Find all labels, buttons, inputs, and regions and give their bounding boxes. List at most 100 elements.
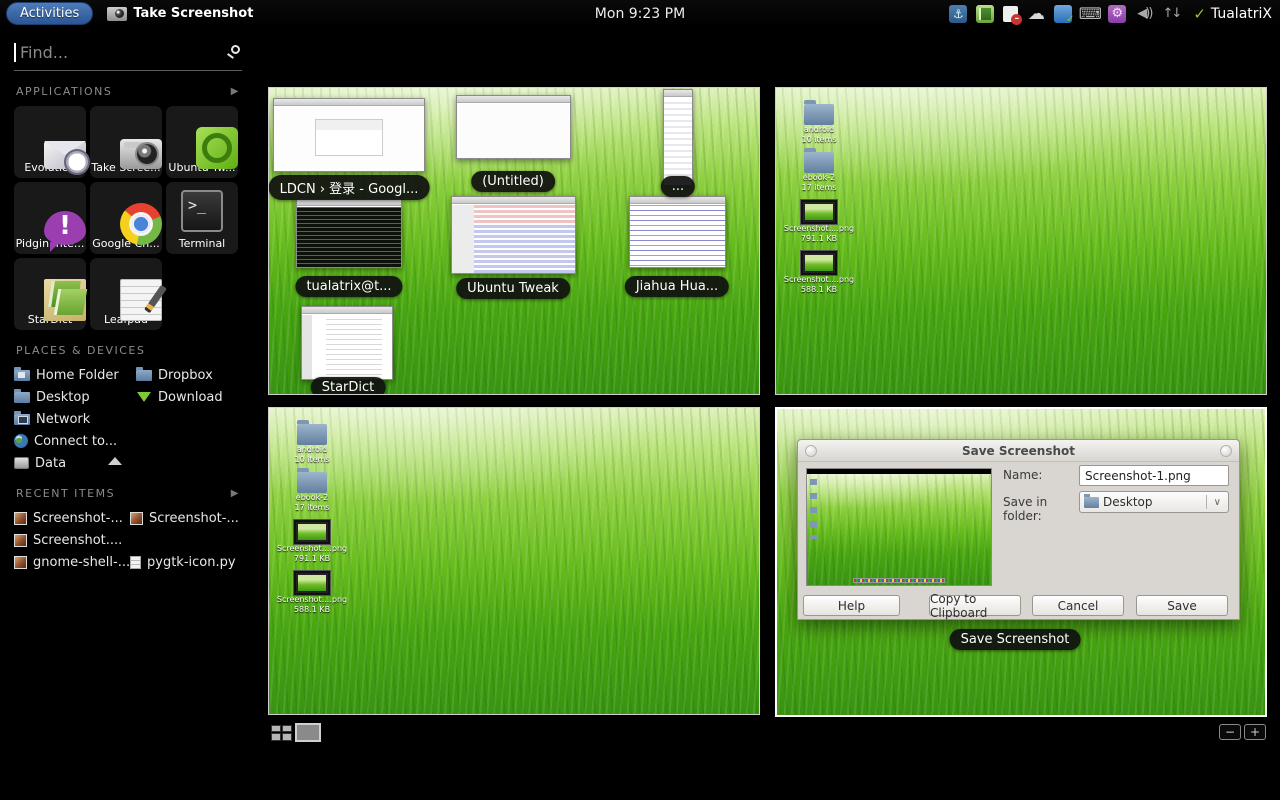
place-label: Connect to... xyxy=(34,434,117,449)
window-titlebar xyxy=(630,197,725,204)
grid-cell xyxy=(271,733,281,741)
window-stardict[interactable] xyxy=(301,306,393,380)
icon-label: android xyxy=(297,445,327,455)
camera-app-icon xyxy=(120,139,162,169)
window-label: tualatrix@t... xyxy=(295,276,402,297)
recent-label: gnome-shell-... xyxy=(33,555,130,570)
copy-to-clipboard-button[interactable]: Copy to Clipboard xyxy=(929,595,1021,616)
recent-item[interactable]: Screenshot.... xyxy=(14,530,130,550)
recent-header[interactable]: RECENT ITEMS ▶ xyxy=(16,487,240,500)
stardict-tray-icon[interactable] xyxy=(976,5,994,23)
place-home[interactable]: Home Folder xyxy=(14,365,136,385)
desktop-icon-folder[interactable]: ebook-2 17 items xyxy=(279,472,345,513)
workspace-3[interactable]: android 10 items ebook-2 17 items Screen… xyxy=(268,407,760,715)
download-arrow-icon xyxy=(137,392,151,402)
volume-icon[interactable]: ◀)) xyxy=(1135,5,1153,23)
app-tile-stardict[interactable]: StarDict xyxy=(14,258,86,330)
window-chat[interactable] xyxy=(629,196,726,268)
place-label: Download xyxy=(158,390,223,405)
folder-dropdown[interactable]: Desktop ∨ xyxy=(1079,491,1229,513)
recent-item[interactable]: Screenshot-... xyxy=(130,508,254,528)
window-buddy-list[interactable] xyxy=(663,89,693,186)
app-tile-terminal[interactable]: >_ Terminal xyxy=(166,182,238,254)
app-tile-pidgin[interactable]: Pidgin Inte... xyxy=(14,182,86,254)
recent-item[interactable]: gnome-shell-... xyxy=(14,552,130,572)
window-terminal[interactable] xyxy=(296,198,402,268)
save-button[interactable]: Save xyxy=(1136,595,1228,616)
remove-workspace-button[interactable]: − xyxy=(1219,724,1241,740)
screenshot-thumb-icon xyxy=(801,251,837,275)
desktop-icon-folder[interactable]: ebook-2 17 items xyxy=(786,152,852,193)
place-desktop[interactable]: Desktop xyxy=(14,387,136,407)
chevron-down-icon: ∨ xyxy=(1211,497,1224,508)
workspace-4-active[interactable]: Save Screenshot Name: Save in folder: De… xyxy=(775,407,1267,717)
user-menu[interactable]: ✓ TualatriX xyxy=(1193,5,1272,23)
cancel-button[interactable]: Cancel xyxy=(1032,595,1124,616)
window-titlebar xyxy=(297,199,401,206)
window-label: Ubuntu Tweak xyxy=(456,278,570,299)
single-view-button[interactable] xyxy=(295,723,321,742)
tweak-gear-tray-icon[interactable]: ⚙ xyxy=(1108,5,1126,23)
eject-icon[interactable] xyxy=(108,457,122,465)
pidgin-icon xyxy=(44,211,86,245)
titlebar-button-right[interactable] xyxy=(1220,445,1232,457)
image-thumb-icon xyxy=(14,534,27,547)
app-label: Terminal xyxy=(179,237,226,250)
recent-item[interactable]: pygtk-icon.py xyxy=(130,552,254,572)
app-tile-leafpad[interactable]: Leafpad xyxy=(90,258,162,330)
applications-header[interactable]: APPLICATIONS ▶ xyxy=(16,85,240,98)
icon-label: ebook-2 xyxy=(296,493,328,503)
app-tile-evolution[interactable]: Evolution xyxy=(14,106,86,178)
add-workspace-button[interactable]: + xyxy=(1244,724,1266,740)
place-download[interactable]: Download xyxy=(136,387,246,407)
cloud-tray-icon[interactable]: ☁ xyxy=(1027,5,1045,23)
window-body xyxy=(457,104,570,158)
dialog-titlebar[interactable]: Save Screenshot xyxy=(798,440,1239,462)
place-dropbox[interactable]: Dropbox xyxy=(136,365,246,385)
place-network[interactable]: Network xyxy=(14,409,136,429)
place-label: Network xyxy=(36,412,90,427)
folder-icon xyxy=(297,472,327,493)
notes-tray-icon[interactable] xyxy=(1003,6,1018,22)
place-connect[interactable]: Connect to... xyxy=(14,431,136,451)
filename-input[interactable] xyxy=(1079,465,1229,486)
icon-label: Screenshot....png xyxy=(784,224,854,234)
desktop-icon-folder[interactable]: android 10 items xyxy=(786,104,852,145)
window-ubuntu-tweak[interactable] xyxy=(451,196,576,274)
app-tile-chrome[interactable]: Google Ch... xyxy=(90,182,162,254)
search-input[interactable] xyxy=(14,43,242,62)
activities-button[interactable]: Activities xyxy=(6,2,93,25)
workspace-2[interactable]: android 10 items ebook-2 17 items Screen… xyxy=(775,87,1267,395)
help-button[interactable]: Help xyxy=(803,595,900,616)
icon-sublabel: 10 items xyxy=(802,135,837,145)
window-titlebar xyxy=(274,99,424,106)
recent-list: Screenshot-... Screenshot-... Screenshot… xyxy=(14,508,256,572)
window-untitled[interactable] xyxy=(456,95,571,159)
app-tile-ubuntu-tweak[interactable]: Ubuntu Tw... xyxy=(166,106,238,178)
window-titlebar xyxy=(452,197,575,204)
titlebar-button-left[interactable] xyxy=(805,445,817,457)
places-header: PLACES & DEVICES xyxy=(16,344,240,357)
grid-view-button[interactable] xyxy=(271,725,292,741)
recent-item[interactable]: Screenshot-... xyxy=(14,508,130,528)
window-titlebar xyxy=(664,90,692,97)
network-folder-icon xyxy=(14,414,30,425)
window-browser[interactable] xyxy=(273,98,425,172)
focused-app-menu[interactable]: Take Screenshot xyxy=(107,6,253,21)
keyboard-tray-icon[interactable]: ⌨ xyxy=(1081,5,1099,23)
workspace-1[interactable]: LDCN › 登录 - Googl... (Untitled) ... tual… xyxy=(268,87,760,395)
places-header-label: PLACES & DEVICES xyxy=(16,344,145,357)
anchor-tray-icon[interactable]: ⚓ xyxy=(949,5,967,23)
dropbox-tray-icon[interactable] xyxy=(1054,5,1072,23)
clock[interactable]: Mon 9:23 PM xyxy=(595,6,685,22)
place-data[interactable]: Data xyxy=(14,453,136,473)
desktop-icon-image[interactable]: Screenshot....png 588.1 KB xyxy=(786,251,852,295)
preview-wallpaper xyxy=(807,474,991,585)
app-tile-take-screenshot[interactable]: Take Scree... xyxy=(90,106,162,178)
desktop-icon-image[interactable]: Screenshot....png 791.1 KB xyxy=(786,200,852,244)
desktop-icon-image[interactable]: Screenshot....png 588.1 KB xyxy=(279,571,345,615)
network-icon[interactable]: ↑↓ xyxy=(1162,5,1180,23)
desktop-icon-folder[interactable]: android 10 items xyxy=(279,424,345,465)
desktop-icon-image[interactable]: Screenshot....png 791.1 KB xyxy=(279,520,345,564)
folder-icon xyxy=(14,392,30,403)
